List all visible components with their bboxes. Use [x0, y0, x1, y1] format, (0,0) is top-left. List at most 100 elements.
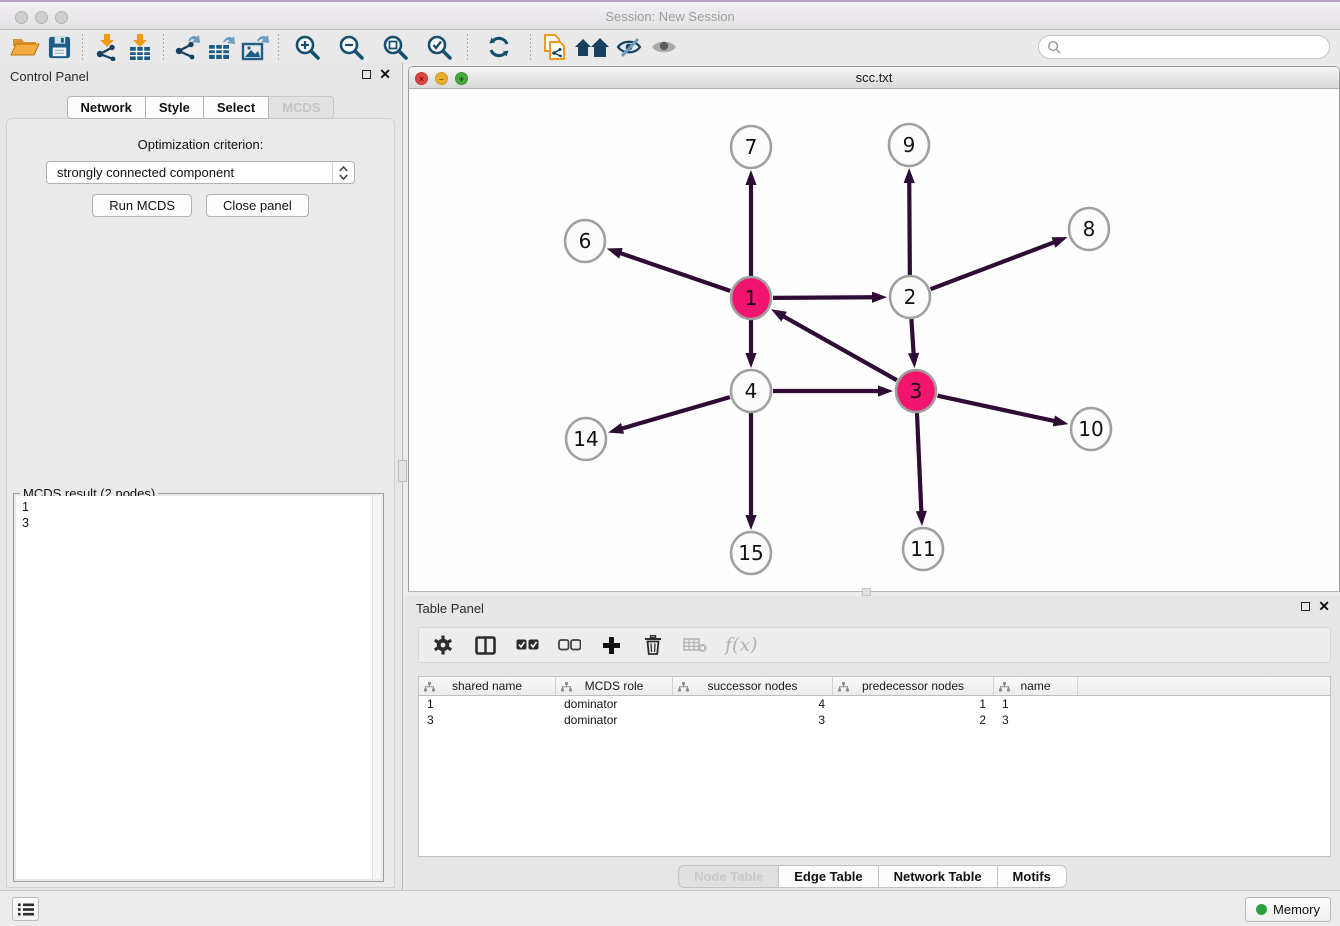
table-cell[interactable]: 1	[994, 696, 1078, 712]
mcds-result-textarea[interactable]: 1 3	[16, 496, 381, 879]
table-cell[interactable]: 1	[419, 696, 556, 712]
control-panel-title: Control Panel	[10, 69, 89, 84]
gear-icon	[433, 635, 453, 655]
tab-motifs[interactable]: Motifs	[998, 865, 1067, 888]
tab-network-table[interactable]: Network Table	[879, 865, 998, 888]
status-bar: Memory	[0, 890, 1340, 926]
mcds-result-scrollbar[interactable]	[372, 496, 381, 879]
tab-edge-table[interactable]: Edge Table	[779, 865, 878, 888]
duplicate-network-icon	[541, 33, 568, 62]
table-delete-table-button[interactable]	[683, 637, 707, 653]
close-table-panel-icon[interactable]: ✕	[1318, 601, 1330, 612]
graph-edge-1-6[interactable]	[619, 253, 730, 291]
table-function-builder-button[interactable]: f(x)	[725, 634, 758, 656]
show-details-button[interactable]	[647, 32, 681, 62]
home-button[interactable]	[571, 32, 613, 62]
memory-status-icon	[1256, 904, 1267, 915]
graph-edge-1-2[interactable]	[773, 297, 874, 298]
table-add-column-button[interactable]	[599, 636, 623, 655]
table-select-all-button[interactable]	[515, 639, 539, 651]
control-panel: Control Panel ✕ NetworkStyleSelectMCDS O…	[0, 63, 401, 890]
task-history-button[interactable]	[12, 897, 39, 921]
columns-icon	[475, 636, 496, 655]
table-columns-button[interactable]	[473, 636, 497, 655]
graph-edge-2-8[interactable]	[931, 242, 1056, 289]
vertical-splitter-handle[interactable]	[398, 460, 407, 482]
graph-edge-2-9[interactable]	[909, 181, 910, 275]
float-table-panel-icon[interactable]	[1301, 602, 1310, 611]
zoom-out-button[interactable]	[334, 32, 368, 62]
graph-edge-4-14[interactable]	[621, 397, 730, 429]
memory-button[interactable]: Memory	[1245, 897, 1331, 922]
graph-arrowhead	[872, 292, 887, 303]
table-cell[interactable]: 1	[833, 696, 994, 712]
graph-arrowhead	[904, 168, 915, 183]
graph-node-label-11: 11	[910, 537, 935, 561]
tab-network[interactable]: Network	[67, 96, 146, 119]
zoom-selected-button[interactable]	[422, 32, 456, 62]
graph-arrowhead	[745, 353, 756, 368]
refresh-button[interactable]	[482, 32, 516, 62]
zoom-fit-button[interactable]	[378, 32, 412, 62]
table-cell[interactable]: dominator	[556, 712, 673, 728]
criterion-selected-value: strongly connected component	[57, 165, 234, 180]
table-settings-button[interactable]	[431, 635, 455, 655]
tab-style[interactable]: Style	[146, 96, 204, 119]
table-row[interactable]: 3dominator323	[419, 712, 1330, 728]
horizontal-splitter-handle[interactable]	[862, 588, 871, 596]
graph-node-label-3: 3	[910, 379, 923, 403]
table-cell[interactable]: 3	[419, 712, 556, 728]
save-session-button[interactable]	[42, 32, 76, 62]
table-cell[interactable]: 3	[673, 712, 833, 728]
table-cell[interactable]: dominator	[556, 696, 673, 712]
graph-edge-2-3[interactable]	[911, 319, 913, 355]
table-cell[interactable]: 2	[833, 712, 994, 728]
graph-node-label-7: 7	[745, 135, 758, 159]
export-network-button[interactable]	[170, 32, 204, 62]
column-header-MCDS-role[interactable]: MCDS role	[556, 677, 673, 695]
deselect-all-icon	[558, 639, 581, 651]
table-cell[interactable]: 3	[994, 712, 1078, 728]
graph-node-label-9: 9	[903, 133, 916, 157]
graph-arrowhead	[878, 385, 893, 396]
graph-arrowhead	[745, 170, 756, 185]
run-mcds-button[interactable]: Run MCDS	[92, 194, 192, 217]
graph-arrowhead	[607, 248, 623, 259]
export-table-icon	[206, 33, 236, 61]
import-table-button[interactable]	[123, 32, 157, 62]
criterion-select[interactable]: strongly connected component	[46, 161, 355, 184]
table-cell[interactable]: 4	[673, 696, 833, 712]
export-table-button[interactable]	[204, 32, 238, 62]
hide-details-button[interactable]	[613, 32, 647, 62]
column-header-successor-nodes[interactable]: successor nodes	[673, 677, 833, 695]
open-session-button[interactable]	[8, 32, 42, 62]
tab-mcds[interactable]: MCDS	[269, 96, 334, 119]
main-toolbar	[0, 30, 1340, 64]
network-canvas[interactable]: 7968124314101511	[409, 89, 1339, 591]
table-deselect-all-button[interactable]	[557, 639, 581, 651]
column-header-name[interactable]: name	[994, 677, 1078, 695]
close-panel-icon[interactable]: ✕	[379, 69, 391, 80]
graph-node-label-14: 14	[573, 427, 598, 451]
column-header-shared-name[interactable]: shared name	[419, 677, 556, 695]
column-header-label: shared name	[452, 679, 522, 693]
export-image-button[interactable]	[238, 32, 272, 62]
search-input[interactable]	[1062, 37, 1329, 57]
column-header-predecessor-nodes[interactable]: predecessor nodes	[833, 677, 994, 695]
table-row[interactable]: 1dominator411	[419, 696, 1330, 712]
graph-edge-3-10[interactable]	[937, 396, 1055, 422]
tab-node-table[interactable]: Node Table	[678, 865, 779, 888]
open-folder-icon	[10, 34, 40, 60]
node-table[interactable]: shared name MCDS rolesuccessor nodesprede…	[418, 676, 1331, 857]
graph-edge-3-1[interactable]	[782, 316, 896, 381]
tab-select[interactable]: Select	[204, 96, 269, 119]
select-all-icon	[516, 639, 539, 651]
close-panel-button[interactable]: Close panel	[206, 194, 309, 217]
import-network-button[interactable]	[89, 32, 123, 62]
search-box[interactable]	[1038, 35, 1330, 59]
table-delete-column-button[interactable]	[641, 635, 665, 655]
graph-edge-3-11[interactable]	[917, 413, 921, 513]
duplicate-network-button[interactable]	[537, 32, 571, 62]
float-panel-icon[interactable]	[362, 70, 371, 79]
zoom-in-button[interactable]	[290, 32, 324, 62]
